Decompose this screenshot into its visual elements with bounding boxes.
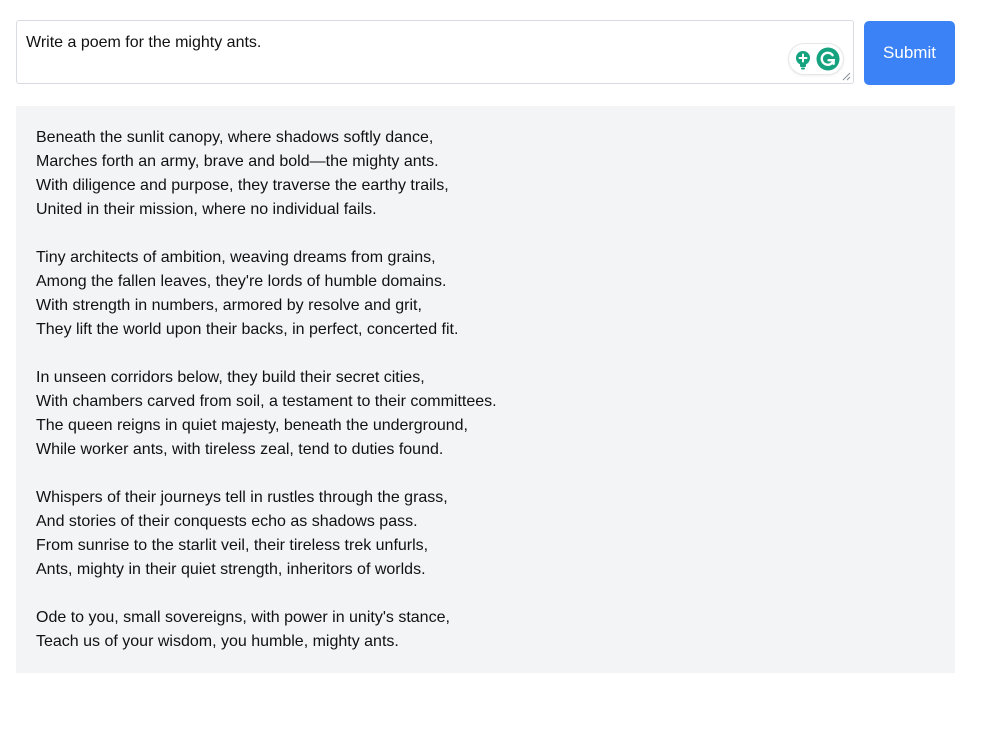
lightbulb-icon[interactable] <box>794 50 812 70</box>
poem-stanza: Beneath the sunlit canopy, where shadows… <box>36 126 935 222</box>
poem-line: In unseen corridors below, they build th… <box>36 369 425 386</box>
poem-line: Tiny architects of ambition, weaving dre… <box>36 249 436 266</box>
poem-line: Among the fallen leaves, they're lords o… <box>36 273 447 290</box>
poem-stanza: Whispers of their journeys tell in rustl… <box>36 486 935 582</box>
poem-line: And stories of their conquests echo as s… <box>36 513 418 530</box>
poem-line: Ants, mighty in their quiet strength, in… <box>36 561 426 578</box>
submit-button[interactable]: Submit <box>864 21 955 85</box>
poem-line: While worker ants, with tireless zeal, t… <box>36 441 444 458</box>
prompt-text[interactable]: Write a poem for the mighty ants. <box>26 33 261 53</box>
poem-line: The queen reigns in quiet majesty, benea… <box>36 417 468 434</box>
response-panel: Beneath the sunlit canopy, where shadows… <box>16 106 955 673</box>
grammarly-icon[interactable] <box>816 47 840 71</box>
poem-stanza: Tiny architects of ambition, weaving dre… <box>36 246 935 342</box>
poem-line: Marches forth an army, brave and bold—th… <box>36 153 439 170</box>
poem-line: Whispers of their journeys tell in rustl… <box>36 489 448 506</box>
poem-line: With chambers carved from soil, a testam… <box>36 393 497 410</box>
poem-line: From sunrise to the starlit veil, their … <box>36 537 429 554</box>
poem-line: They lift the world upon their backs, in… <box>36 321 459 338</box>
poem-line: Ode to you, small sovereigns, with power… <box>36 609 450 626</box>
poem-stanza: Ode to you, small sovereigns, with power… <box>36 606 935 654</box>
prompt-textarea[interactable]: Write a poem for the mighty ants. <box>16 20 854 84</box>
prompt-form: Write a poem for the mighty ants. Submit <box>16 20 955 86</box>
poem-line: United in their mission, where no indivi… <box>36 201 377 218</box>
poem-stanza: In unseen corridors below, they build th… <box>36 366 935 462</box>
poem-line: With strength in numbers, armored by res… <box>36 297 422 314</box>
resize-handle-icon[interactable] <box>842 72 851 81</box>
grammarly-widget[interactable] <box>789 44 843 74</box>
poem-line: With diligence and purpose, they travers… <box>36 177 449 194</box>
poem-line: Teach us of your wisdom, you humble, mig… <box>36 633 399 650</box>
poem-line: Beneath the sunlit canopy, where shadows… <box>36 129 434 146</box>
